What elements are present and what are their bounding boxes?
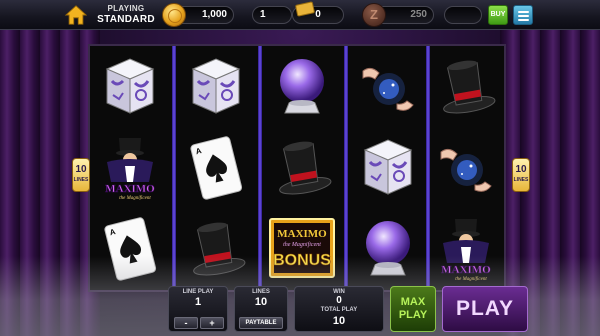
lines-indicator-number: 10 [75, 164, 87, 175]
lines-panel: LINES 10 PAYTABLE [234, 286, 288, 332]
home-icon[interactable] [65, 4, 87, 26]
reel-3: MAXIMO the Magnificent BONUS [262, 46, 342, 290]
level-display: 1 [252, 6, 292, 24]
points-icon: Z [362, 3, 386, 27]
crystal-ball-symbol [262, 46, 342, 126]
lines-value: 10 [254, 296, 268, 308]
lines-indicator-label: LINES [73, 177, 89, 183]
top-bar: PLAYING STANDARD 1,000 1 0 250 Z BUY [0, 0, 600, 30]
line-play-value: 1 [194, 296, 202, 308]
lines-indicator-number: 10 [515, 164, 527, 175]
extra-display [444, 6, 482, 24]
game-mode: PLAYING STANDARD [96, 3, 156, 25]
magician-maximo-symbol: MAXIMO the Magnificent [90, 127, 170, 207]
game-mode-value: STANDARD [97, 14, 155, 25]
lines-indicator-label: LINES [513, 177, 529, 183]
win-panel: WIN 0 TOTAL PLAY 10 [294, 286, 384, 332]
max-play-button[interactable]: MAX PLAY [390, 286, 436, 332]
reel-2: A [176, 46, 256, 290]
max-play-line1: MAX [400, 296, 426, 308]
magic-box-symbol [176, 46, 256, 126]
paytable-button[interactable]: PAYTABLE [239, 317, 283, 329]
play-button[interactable]: PLAY [442, 286, 528, 332]
reel-4 [348, 46, 428, 290]
coin-icon [162, 3, 186, 27]
maximo-logo-text: MAXIMO [105, 183, 155, 195]
max-play-line2: PLAY [398, 309, 428, 321]
total-play-value: 10 [332, 315, 346, 327]
win-label: WIN [333, 289, 345, 295]
top-hat-symbol [262, 127, 342, 207]
magic-hands-symbol [426, 127, 506, 207]
menu-icon[interactable] [513, 5, 533, 25]
lines-indicator-left: 10 LINES [72, 158, 90, 192]
line-play-plus-button[interactable]: + [200, 317, 224, 329]
svg-text:the Magnificent: the Magnificent [283, 241, 321, 248]
maximo-logo-subtitle: the Magnificent [119, 196, 151, 201]
buy-button[interactable]: BUY [488, 5, 508, 25]
reel-5: MAXIMO the Magnificent [426, 46, 506, 290]
magic-box-symbol [348, 127, 428, 207]
svg-text:MAXIMO: MAXIMO [277, 228, 327, 240]
line-play-panel: LINE PLAY 1 - + [168, 286, 228, 332]
lines-indicator-right: 10 LINES [512, 158, 530, 192]
line-play-label: LINE PLAY [182, 289, 214, 295]
game-mode-label: PLAYING [107, 4, 145, 13]
top-hat-symbol [426, 46, 506, 126]
magic-box-symbol [90, 46, 170, 126]
reel-window: MAXIMO the Magnificent A A MAXIMO the Ma… [88, 44, 506, 292]
line-play-minus-button[interactable]: - [174, 317, 198, 329]
total-play-label: TOTAL PLAY [320, 307, 358, 313]
ace-of-spades-symbol: A [176, 127, 256, 207]
win-value: 0 [336, 295, 342, 306]
lines-label: LINES [252, 289, 270, 295]
magic-hands-symbol [348, 46, 428, 126]
reel-1: MAXIMO the Magnificent A [90, 46, 170, 290]
